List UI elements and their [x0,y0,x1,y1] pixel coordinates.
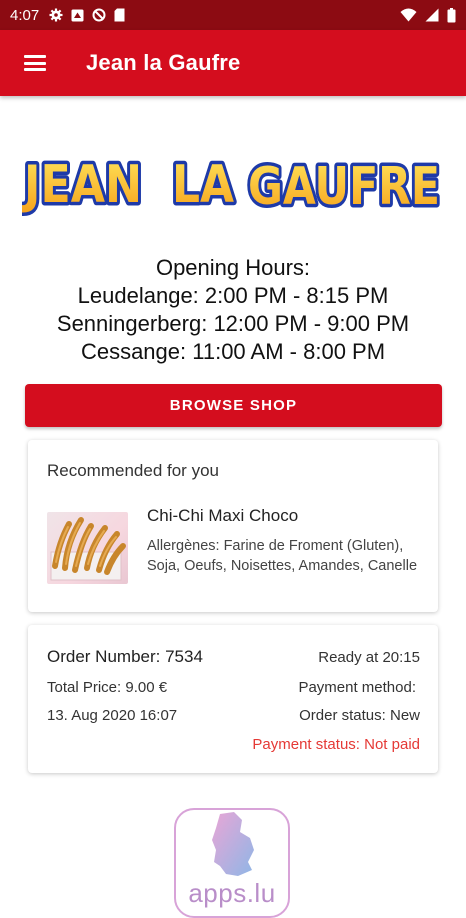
menu-button[interactable] [0,30,70,96]
app-bar: Jean la Gaufre [0,30,466,96]
product-allergens: Allergènes: Farine de Froment (Gluten), … [147,538,418,574]
sync-icon [71,9,84,22]
status-right-icons [400,7,456,23]
hours-line-cessange: Cessange: 11:00 AM - 8:00 PM [80,339,386,364]
status-time: 4:07 [10,6,40,24]
product-name: Chi-Chi Maxi Choco [147,506,299,525]
order-payment-method: Payment method: [298,679,416,696]
blocked-icon [92,8,106,22]
signal-icon [425,8,439,22]
battery-icon [447,7,456,23]
sd-card-icon [114,8,125,22]
opening-hours: Opening Hours: Leudelange: 2:00 PM - 8:1… [0,254,466,366]
gear-icon [49,8,63,22]
hamburger-menu-icon [24,55,46,71]
order-status: Order status: New [299,707,420,724]
wifi-icon [400,8,417,22]
recommended-title: Recommended for you [47,461,219,480]
brand-logo: JEAN LA GAUFRE [22,142,444,219]
hours-line-senningerberg: Senningerberg: 12:00 PM - 9:00 PM [56,311,410,336]
product-image [47,512,128,584]
payment-status: Payment status: Not paid [252,736,420,753]
order-ready-time: Ready at 20:15 [318,649,420,666]
order-card[interactable]: Order Number: 7534 Ready at 20:15 Total … [28,625,438,773]
svg-text:GAUFRE: GAUFRE [248,157,440,217]
browse-shop-button[interactable]: BROWSE SHOP [25,384,442,427]
svg-text:JEAN: JEAN [22,155,142,215]
recommended-card[interactable]: Recommended for you Chi-Chi Maxi Choco A… [28,440,438,612]
order-number: Order Number: 7534 [47,647,203,666]
hours-line-leudelange: Leudelange: 2:00 PM - 8:15 PM [77,283,389,308]
order-date: 13. Aug 2020 16:07 [47,707,178,724]
app-title: Jean la Gaufre [86,50,241,75]
appslu-badge[interactable]: apps.lu [174,808,290,918]
opening-hours-heading: Opening Hours: [155,255,311,280]
status-bar: 4:07 [0,0,466,30]
order-total-price: Total Price: 9.00 € [47,679,168,696]
appslu-text: apps.lu [188,878,276,908]
svg-text:LA: LA [172,155,234,215]
